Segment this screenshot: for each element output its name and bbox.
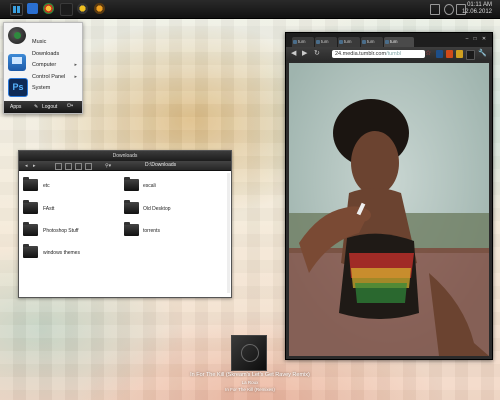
album-art[interactable] <box>231 335 267 371</box>
view-icon[interactable] <box>85 163 92 170</box>
folder-label[interactable]: torrents <box>143 228 160 234</box>
logout-button[interactable]: Logout <box>42 104 57 110</box>
scrollbar[interactable] <box>227 173 230 293</box>
logout-icon: ✎ <box>34 104 39 110</box>
folder-label[interactable]: escali <box>143 183 156 189</box>
start-item-control-panel[interactable]: Control Panel <box>32 74 65 80</box>
folder-icon[interactable] <box>23 222 38 236</box>
app-icon[interactable] <box>60 3 73 16</box>
volume-icon[interactable] <box>444 4 454 15</box>
flag-icon[interactable] <box>430 4 440 15</box>
folder-icon[interactable] <box>124 222 139 236</box>
apps-button[interactable]: Apps <box>10 104 21 110</box>
clock[interactable]: 01:11 AM 12.06.2012 <box>462 2 492 16</box>
start-button-icon[interactable] <box>10 3 23 16</box>
view-icon[interactable] <box>55 163 62 170</box>
explorer-toolbar: ◂ ▸ ⚲▾ D:\Downloads <box>19 161 231 171</box>
url-host: 24.media.tumblr.com <box>335 51 387 57</box>
folder-icon[interactable] <box>23 177 38 191</box>
song-artist: La Roux <box>241 380 259 385</box>
mail-extension-icon[interactable] <box>436 50 443 58</box>
taskbar: 01:11 AM 12.06.2012 <box>0 0 500 19</box>
start-menu-footer: Apps ✎ Logout ⏻▾ <box>4 101 82 113</box>
browser-tab[interactable]: tum <box>361 37 383 47</box>
address-path[interactable]: D:\Downloads <box>145 161 176 170</box>
power-icon[interactable]: ⏻▾ <box>67 103 73 109</box>
clock-date: 12.06.2012 <box>461 9 492 15</box>
wrench-icon[interactable]: 🔧 <box>478 50 487 58</box>
folder-icon[interactable] <box>23 200 38 214</box>
tab-strip: tum tum tum tum tum – □ ✕ <box>286 33 492 47</box>
window-title: Downloads <box>19 151 231 161</box>
music-icon <box>8 27 26 44</box>
explorer-icon[interactable] <box>27 3 38 14</box>
extension-icon[interactable] <box>466 50 475 60</box>
url-path: /tumbl <box>386 51 402 57</box>
maximize-icon[interactable]: □ <box>472 36 478 42</box>
portrait-photo <box>289 63 489 356</box>
browser-tab[interactable]: tum <box>338 37 360 47</box>
reload-icon[interactable]: ↻ <box>314 50 320 58</box>
folder-icon[interactable] <box>124 200 139 214</box>
computer-icon <box>8 54 26 71</box>
start-item-music[interactable]: Music <box>32 39 46 45</box>
folder-grid: etc escali FAstt Old Desktop Photoshop S… <box>19 171 231 297</box>
firefox-icon[interactable] <box>94 3 105 14</box>
back-icon[interactable]: ◂ <box>25 162 28 170</box>
star-icon[interactable]: ☆ <box>425 50 431 58</box>
folder-label[interactable]: etc <box>43 183 50 189</box>
folder-icon[interactable] <box>23 244 38 258</box>
song-title: In For The Kill (Skream's Let's Get Rave… <box>190 372 310 378</box>
folder-label[interactable]: Old Desktop <box>143 206 171 212</box>
page-image <box>289 63 489 356</box>
close-icon[interactable]: ✕ <box>481 36 487 42</box>
submenu-arrow-icon: ▸ <box>74 74 77 80</box>
folder-label[interactable]: FAstt <box>43 206 54 212</box>
extension-icon[interactable] <box>446 50 453 58</box>
chrome-icon[interactable] <box>43 3 54 14</box>
browser-tab[interactable]: tum <box>315 37 337 47</box>
song-album: In For The Kill (Remixes) <box>225 387 275 392</box>
folder-label[interactable]: Photoshop Stuff <box>43 228 79 234</box>
photoshop-icon: Ps <box>8 78 28 97</box>
start-item-system[interactable]: System <box>32 85 50 91</box>
browser-tab[interactable]: tum <box>292 37 314 47</box>
start-item-downloads[interactable]: Downloads <box>32 51 59 57</box>
extension-icon[interactable] <box>456 50 463 58</box>
search-icon[interactable]: ⚲▾ <box>105 162 111 170</box>
browser-tab-active[interactable]: tum <box>384 37 414 47</box>
address-bar[interactable]: 24.media.tumblr.com/tumbl <box>332 50 425 58</box>
navigation-bar: ◀ ▶ ↻ 24.media.tumblr.com/tumbl ☆ 🔧 <box>286 47 492 61</box>
submenu-arrow-icon: ▸ <box>74 62 77 68</box>
view-icon[interactable] <box>65 163 72 170</box>
start-menu: Music Downloads Computer ▸ Control Panel… <box>3 22 83 114</box>
browser-window: tum tum tum tum tum – □ ✕ ◀ ▶ ↻ 24.media… <box>285 32 493 360</box>
forward-icon[interactable]: ▶ <box>302 50 307 58</box>
view-icon[interactable] <box>75 163 82 170</box>
start-item-computer[interactable]: Computer <box>32 62 56 68</box>
minimize-icon[interactable]: – <box>464 36 470 42</box>
downloads-window: Downloads ◂ ▸ ⚲▾ D:\Downloads etc escali… <box>18 150 232 298</box>
clock-time: 01:11 AM <box>467 2 492 8</box>
folder-label[interactable]: windows themes <box>43 250 80 256</box>
folder-icon[interactable] <box>124 177 139 191</box>
back-icon[interactable]: ◀ <box>291 50 296 58</box>
media-player-icon[interactable] <box>77 3 88 14</box>
forward-icon[interactable]: ▸ <box>33 162 36 170</box>
